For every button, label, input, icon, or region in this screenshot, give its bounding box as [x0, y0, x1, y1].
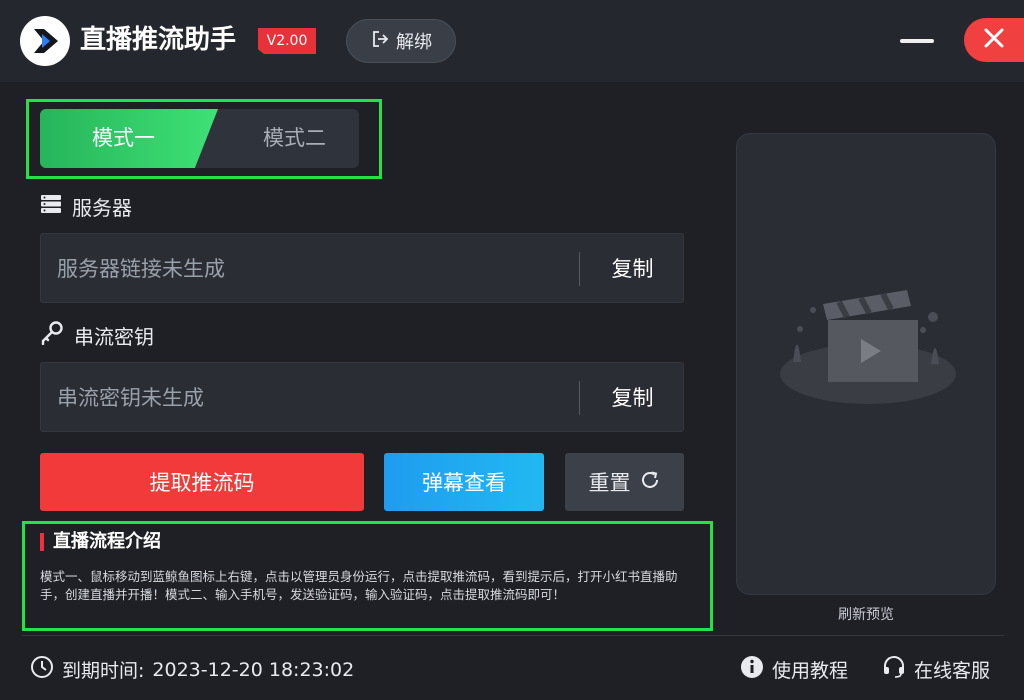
server-url-field[interactable]: 服务器链接未生成 复制: [40, 233, 684, 303]
refresh-preview-link[interactable]: 刷新预览: [736, 604, 996, 624]
server-url-value: 服务器链接未生成: [57, 257, 225, 281]
expiry-info: 到期时间: 2023-12-20 18:23:02: [30, 655, 354, 684]
copy-server-button[interactable]: 复制: [580, 234, 685, 304]
tab-mode-1[interactable]: 模式一: [40, 109, 218, 168]
info-icon: [740, 655, 764, 684]
close-icon: [983, 27, 1005, 53]
tab-mode-2[interactable]: 模式二: [218, 109, 359, 168]
preview-panel: [736, 133, 996, 595]
logo-play-icon: [20, 16, 70, 66]
tutorial-label: 使用教程: [772, 660, 849, 682]
stream-key-label: 串流密钥: [74, 325, 154, 349]
stream-key-field[interactable]: 串流密钥未生成 复制: [40, 362, 684, 432]
app-title: 直播推流助手: [80, 25, 237, 55]
stream-key-value: 串流密钥未生成: [57, 386, 204, 410]
expiry-label: 到期时间:: [62, 660, 145, 682]
intro-accent-bar: [40, 533, 44, 551]
refresh-icon: [639, 469, 661, 496]
key-icon: [40, 321, 64, 350]
logout-icon: [370, 29, 390, 54]
unbind-label: 解绑: [396, 32, 432, 53]
clapperboard-illustration: [773, 282, 963, 416]
tutorial-link[interactable]: 使用教程: [740, 655, 848, 684]
title-bar: 直播推流助手 V2.00 解绑: [0, 0, 1024, 82]
intro-heading: 直播流程介绍: [40, 530, 161, 554]
expiry-value: 2023-12-20 18:23:02: [152, 658, 355, 681]
mode-switch: 模式一 模式二: [40, 109, 359, 168]
intro-title: 直播流程介绍: [53, 531, 161, 552]
support-link[interactable]: 在线客服: [882, 655, 990, 684]
view-danmu-button[interactable]: 弹幕查看: [384, 453, 544, 511]
version-badge: V2.00: [258, 28, 316, 54]
server-label: 服务器: [72, 196, 132, 220]
reset-label: 重置: [588, 471, 631, 495]
minimize-icon[interactable]: [900, 39, 934, 43]
support-label: 在线客服: [914, 660, 991, 682]
server-icon: [40, 193, 62, 220]
footer-divider: [22, 635, 1004, 636]
danmu-label: 弹幕查看: [422, 471, 506, 495]
server-section-label: 服务器: [40, 192, 132, 221]
copy-stream-key-button[interactable]: 复制: [580, 363, 685, 433]
clock-icon: [30, 655, 54, 684]
reset-button[interactable]: 重置: [565, 453, 684, 511]
headset-icon: [882, 655, 906, 684]
close-button[interactable]: [964, 18, 1024, 62]
extract-stream-code-button[interactable]: 提取推流码: [40, 453, 364, 511]
stream-key-section-label: 串流密钥: [40, 321, 154, 350]
unbind-button[interactable]: 解绑: [346, 19, 456, 63]
extract-label: 提取推流码: [149, 471, 255, 495]
intro-body: 模式一、鼠标移动到蓝鲸鱼图标上右键，点击以管理员身份运行，点击提取推流码，看到提…: [40, 569, 678, 602]
